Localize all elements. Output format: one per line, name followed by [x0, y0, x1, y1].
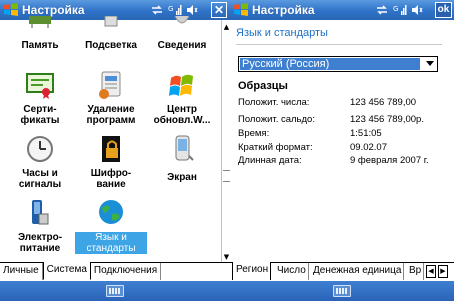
sample-label: Длинная дата:	[238, 155, 302, 166]
tab-connections[interactable]: Подключения	[91, 263, 162, 280]
settings-item-regional[interactable]: Язык и стандарты	[75, 196, 147, 254]
settings-item-label: Электро- питание	[17, 232, 63, 254]
settings-item-power[interactable]: Электро- питание	[4, 196, 74, 254]
divider	[236, 44, 442, 45]
scroll-down-icon[interactable]: ▼	[222, 252, 230, 262]
memory-icon	[29, 16, 51, 28]
tab-strip: Регион Число Денежная единица Вр ◀ ▶	[230, 262, 454, 280]
encryption-icon	[102, 136, 120, 162]
tab-scroll-left-icon[interactable]: ◀	[426, 265, 436, 278]
connectivity-icon[interactable]	[150, 4, 164, 16]
svg-text:G: G	[393, 5, 398, 13]
tab-time[interactable]: Вр	[406, 263, 425, 280]
keyboard-icon[interactable]	[106, 285, 124, 297]
locale-dropdown[interactable]: Русский (Россия)	[238, 56, 438, 72]
sample-label: Положит. сальдо:	[238, 114, 315, 125]
sample-label: Краткий формат:	[238, 142, 313, 153]
settings-item-about[interactable]: Сведения	[146, 16, 216, 58]
settings-item-encryption[interactable]: Шифро- вание	[75, 132, 145, 190]
certificates-icon	[26, 73, 54, 99]
screen-icon	[175, 135, 194, 161]
samples-heading: Образцы	[238, 80, 288, 92]
status-icons: G	[150, 3, 198, 17]
settings-item-screen[interactable]: Экран	[146, 132, 216, 188]
settings-item-label: Центр обновл.W...	[153, 104, 211, 126]
about-icon	[174, 16, 190, 24]
tab-scroll-right-icon[interactable]: ▶	[438, 265, 448, 278]
settings-item-label: Удаление программ	[86, 104, 136, 126]
windows-start-icon[interactable]	[3, 2, 19, 18]
keyboard-icon[interactable]	[333, 285, 351, 297]
settings-item-label: Подсветка	[85, 40, 137, 51]
tab-system[interactable]: Система	[42, 262, 91, 280]
locale-dropdown-value: Русский (Россия)	[240, 58, 420, 70]
sample-label: Время:	[238, 128, 270, 139]
tab-strip: Личные Система Подключения	[0, 262, 230, 280]
clock-icon	[27, 136, 53, 162]
scroll-up-icon[interactable]: ▲	[222, 22, 230, 32]
close-button[interactable]: ✕	[211, 2, 227, 18]
title-bar: Настройка G ok	[230, 0, 454, 20]
sample-label: Положит. числа:	[238, 97, 310, 108]
sample-value: 123 456 789,00	[350, 97, 417, 108]
window-title: Настройка	[252, 3, 315, 17]
scroll-thumb[interactable]	[223, 170, 230, 182]
volume-icon[interactable]	[186, 4, 198, 16]
settings-item-backlight[interactable]: Подсветка	[75, 16, 145, 58]
settings-icon-grid: Память Подсветка Сведения Серти- фикаты …	[0, 16, 220, 260]
settings-item-label: Экран	[167, 172, 197, 183]
settings-item-label: Сведения	[157, 40, 207, 51]
system-settings-window: Настройка G ✕ Память Подсветка Сведения …	[0, 0, 230, 301]
sample-value: 1:51:05	[350, 128, 382, 139]
signal-icon[interactable]: G	[168, 4, 182, 16]
regional-settings-window: Настройка G ok Язык и стандарты Русский …	[230, 0, 454, 301]
settings-item-label-selected: Язык и стандарты	[75, 232, 147, 254]
tab-region[interactable]: Регион	[232, 262, 272, 280]
ok-button[interactable]: ok	[435, 2, 452, 18]
chevron-down-icon[interactable]	[426, 61, 434, 66]
page-title: Язык и стандарты	[236, 27, 328, 39]
backlight-icon	[104, 16, 118, 27]
soft-key-bar	[230, 281, 454, 301]
window-title: Настройка	[22, 3, 85, 17]
power-icon	[32, 200, 49, 225]
windows-start-icon[interactable]	[233, 2, 249, 18]
sample-value: 9 февраля 2007 г.	[350, 155, 429, 166]
vertical-scrollbar[interactable]: ▲ ▼	[221, 20, 230, 262]
settings-item-update-center[interactable]: Центр обновл.W...	[146, 68, 216, 126]
sample-value: 123 456 789,00р.	[350, 114, 424, 125]
soft-key-bar	[0, 281, 230, 301]
tab-currency[interactable]: Денежная единица	[310, 263, 405, 280]
tab-number[interactable]: Число	[274, 263, 309, 280]
settings-item-label: Серти- фикаты	[20, 104, 60, 126]
settings-item-remove-programs[interactable]: Удаление программ	[75, 68, 145, 126]
settings-item-label: Часы и сигналы	[18, 168, 62, 190]
settings-item-label: Шифро- вание	[90, 168, 132, 190]
volume-icon[interactable]	[411, 4, 423, 16]
connectivity-icon[interactable]	[375, 4, 389, 16]
regional-settings-icon	[99, 200, 123, 224]
remove-programs-icon	[99, 71, 121, 99]
status-icons: G	[375, 3, 423, 17]
update-center-icon	[169, 74, 193, 96]
tab-personal[interactable]: Личные	[0, 263, 43, 280]
settings-item-label: Память	[21, 40, 59, 51]
settings-item-memory[interactable]: Память	[4, 16, 74, 58]
settings-item-certificates[interactable]: Серти- фикаты	[4, 68, 74, 126]
svg-text:G: G	[168, 5, 173, 13]
sample-value: 09.02.07	[350, 142, 387, 153]
settings-item-clock[interactable]: Часы и сигналы	[4, 132, 74, 190]
signal-icon[interactable]: G	[393, 4, 407, 16]
